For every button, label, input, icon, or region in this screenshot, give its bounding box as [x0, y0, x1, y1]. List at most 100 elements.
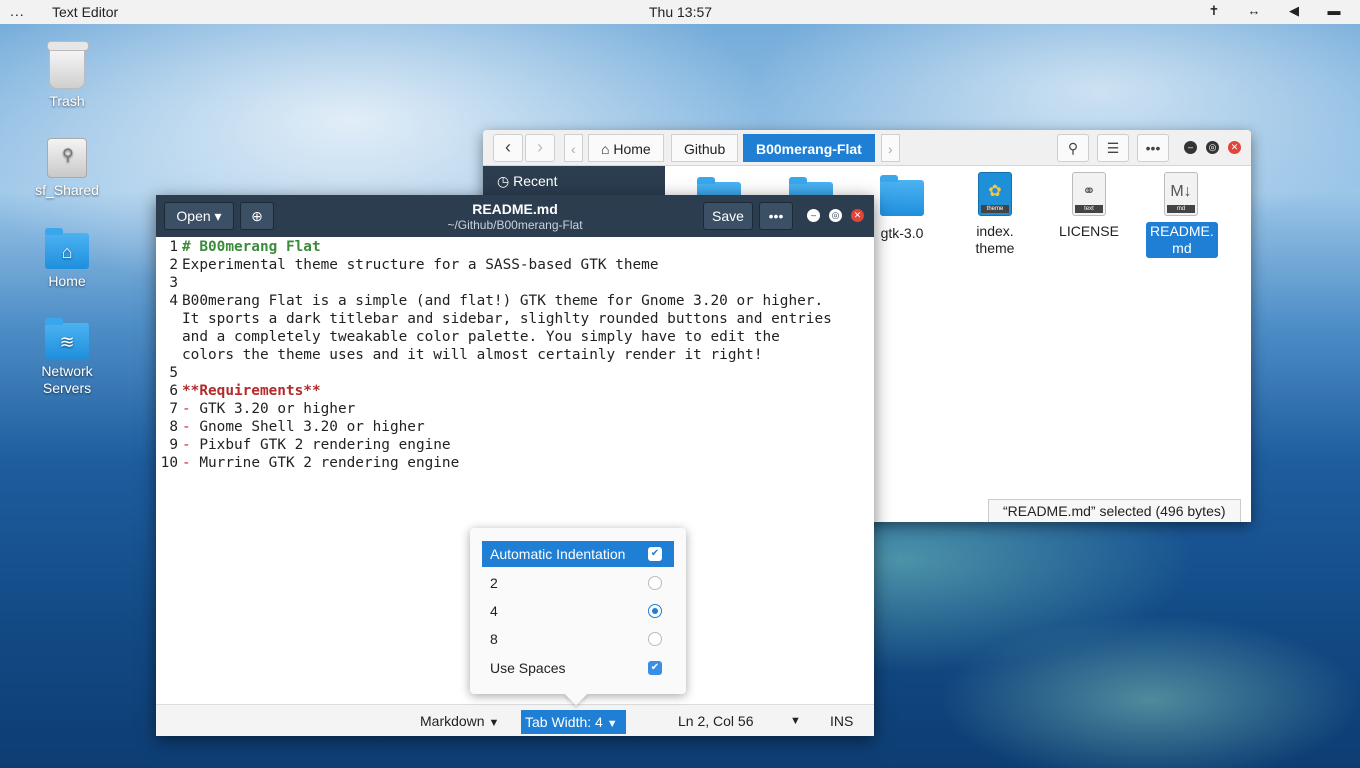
file-label: gtk-3.0 [880, 225, 924, 241]
crumb-b00merang-flat[interactable]: B00merang-Flat [743, 134, 875, 162]
app-menu[interactable]: Text Editor [52, 4, 118, 20]
chevron-down-icon[interactable]: ▼ [790, 715, 801, 727]
radio-icon[interactable] [648, 576, 662, 590]
crumb-right-arrow[interactable]: › [881, 134, 900, 162]
insert-mode[interactable]: INS [830, 713, 853, 729]
desktop-icon-network-servers[interactable]: ≋ Network Servers [22, 318, 112, 397]
use-spaces-toggle[interactable]: Use Spaces ✔ [482, 655, 674, 681]
sidebar-item-label: Recent [513, 173, 558, 189]
system-tray[interactable]: ✝ ↔ ◀ ▬ [1206, 3, 1342, 19]
line-number: 8 [169, 419, 178, 435]
code-line: colors the theme uses and it will almost… [182, 347, 763, 363]
maximize-icon[interactable]: ◎ [1206, 141, 1219, 154]
tab-width-option-2[interactable]: 2 [482, 570, 674, 596]
radio-icon[interactable] [648, 632, 662, 646]
code-line: and a completely tweakable color palette… [182, 329, 780, 345]
tab-width-selector[interactable]: Tab Width: 4 ▼ [521, 710, 626, 734]
desktop-icon-home[interactable]: ⌂ Home [22, 228, 112, 289]
menu-icon[interactable]: ••• [759, 202, 793, 230]
battery-icon[interactable]: ▬ [1326, 3, 1342, 19]
tab-width-popover: Automatic Indentation ✔ 2 4 8 Use Spaces… [470, 528, 686, 694]
line-number: 7 [169, 401, 178, 417]
save-button[interactable]: Save [703, 202, 753, 230]
radio-selected-icon[interactable] [648, 604, 662, 618]
line-number: 9 [169, 437, 178, 453]
back-button[interactable]: ‹ [493, 134, 523, 162]
top-bar: ... Text Editor Thu 13:57 ✝ ↔ ◀ ▬ [0, 0, 1360, 24]
paperclip-icon: ⚭ text [1072, 172, 1106, 216]
code-line: GTK 3.20 or higher [199, 401, 356, 417]
menu-icon[interactable]: ••• [1137, 134, 1169, 162]
list-bullet: - [182, 401, 191, 417]
network-icon[interactable]: ↔ [1246, 3, 1262, 19]
code-line: # B00merang Flat [182, 239, 321, 255]
minimize-icon[interactable]: – [807, 209, 820, 222]
desktop-icon-trash[interactable]: Trash [22, 41, 112, 109]
editor-headerbar: Open ▾ ⊕ README.md ~/Github/B00merang-Fl… [156, 195, 874, 237]
crumb-label: Home [613, 141, 651, 157]
selection-status: “README.md” selected (496 bytes) [988, 499, 1241, 522]
line-number: 1 [169, 239, 178, 255]
volume-icon[interactable]: ◀ [1286, 3, 1302, 19]
checkbox-checked-icon[interactable]: ✔ [648, 547, 662, 561]
file-item-index-theme[interactable]: ✿ theme index. theme [960, 172, 1030, 258]
language-label: Markdown [420, 713, 485, 729]
option-label: 8 [490, 631, 498, 647]
code-line: Experimental theme structure for a SASS-… [182, 257, 659, 273]
activities-button[interactable]: ... [10, 3, 25, 19]
code-line: **Requirements** [182, 383, 321, 399]
line-number: 2 [169, 257, 178, 273]
file-item-readme[interactable]: M↓ md README. md [1146, 172, 1218, 258]
auto-indentation-toggle[interactable]: Automatic Indentation ✔ [482, 541, 674, 567]
clock[interactable]: Thu 13:57 [649, 4, 712, 20]
auto-indent-label: Automatic Indentation [490, 546, 626, 562]
code-line: Gnome Shell 3.20 or higher [199, 419, 425, 435]
line-number: 10 [160, 455, 178, 471]
list-view-icon[interactable]: ☰ [1097, 134, 1129, 162]
trash-icon [47, 41, 89, 89]
chevron-down-icon: ▼ [488, 717, 500, 729]
desktop-icon-sf-shared[interactable]: sf_Shared [22, 138, 112, 198]
maximize-icon[interactable]: ◎ [829, 209, 842, 222]
code-line: B00merang Flat is a simple (and flat!) G… [182, 293, 824, 309]
search-icon[interactable]: ⚲ [1057, 134, 1089, 162]
editor-statusbar: Markdown ▼ Tab Width: 4 ▼ Ln 2, Col 56 ▼… [156, 704, 874, 736]
minimize-icon[interactable]: – [1184, 141, 1197, 154]
file-label: README. md [1146, 222, 1218, 258]
tab-width-option-8[interactable]: 8 [482, 626, 674, 652]
file-manager-headerbar: ‹ › ‹ ⌂ Home Github B00merang-Flat › ⚲ ☰… [483, 130, 1251, 166]
network-folder-icon: ≋ [45, 318, 89, 359]
markdown-file-icon: M↓ md [1164, 172, 1198, 216]
language-selector[interactable]: Markdown ▼ [420, 713, 499, 729]
list-bullet: - [182, 455, 191, 471]
clock-icon: ◷ [497, 173, 510, 189]
crumb-left-arrow[interactable]: ‹ [564, 134, 583, 162]
list-bullet: - [182, 419, 191, 435]
close-icon[interactable]: ✕ [1228, 141, 1241, 154]
file-item-license[interactable]: ⚭ text LICENSE [1054, 172, 1124, 241]
desktop-icon-label: Home [48, 273, 86, 289]
file-label: index. theme [975, 223, 1015, 256]
line-number: 5 [169, 365, 178, 381]
home-icon: ⌂ [601, 141, 610, 157]
desktop-icon-label: Network Servers [41, 363, 93, 396]
line-number: 6 [169, 383, 178, 399]
tab-width-option-4[interactable]: 4 [482, 598, 674, 624]
file-item-gtk3[interactable]: gtk-3.0 [867, 175, 937, 243]
crumb-home[interactable]: ⌂ Home [588, 134, 664, 162]
drive-icon [47, 138, 87, 178]
cursor-position[interactable]: Ln 2, Col 56 [678, 713, 754, 729]
home-folder-icon: ⌂ [45, 228, 89, 269]
folder-icon [880, 175, 924, 216]
option-label: 2 [490, 575, 498, 591]
forward-button[interactable]: › [525, 134, 555, 162]
desktop-icon-label: Trash [49, 93, 85, 109]
sidebar-item-recent[interactable]: ◷ Recent [483, 166, 665, 190]
crumb-github[interactable]: Github [671, 134, 739, 162]
checkbox-checked-icon[interactable]: ✔ [648, 661, 662, 675]
code-line: Pixbuf GTK 2 rendering engine [199, 437, 451, 453]
close-icon[interactable]: ✕ [851, 209, 864, 222]
option-label: 4 [490, 603, 498, 619]
chevron-down-icon: ▼ [606, 718, 618, 730]
accessibility-icon[interactable]: ✝ [1206, 3, 1222, 19]
